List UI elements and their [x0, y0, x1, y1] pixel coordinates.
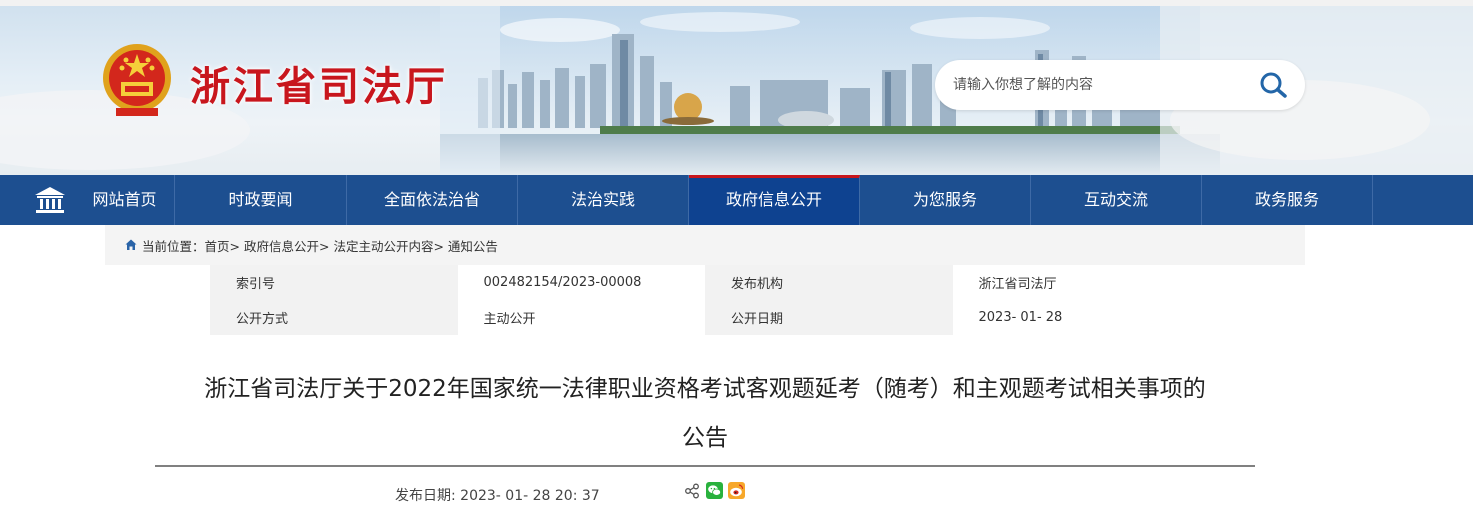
- weibo-icon[interactable]: [728, 482, 745, 499]
- share-icon[interactable]: [684, 483, 700, 499]
- breadcrumb-trail: 当前位置：首页> 政府信息公开> 法定主动公开内容> 通知公告: [142, 236, 498, 255]
- article-title-line-1: 浙江省司法厅关于2022年国家统一法律职业资格考试客观题延考（随考）和主观题考试…: [204, 376, 1206, 402]
- publish-date-value: 2023- 01- 28 20: 37: [460, 488, 600, 504]
- breadcrumb-prefix: 当前位置：: [142, 239, 205, 254]
- method-value: 主动公开: [457, 300, 705, 335]
- table-row: 公开方式 主动公开 公开日期 2023- 01- 28: [210, 300, 1200, 335]
- title-divider: [155, 465, 1255, 467]
- nav-item-rule-of-law[interactable]: 全面依法治省: [347, 175, 518, 225]
- breadcrumb-separator: >: [229, 239, 244, 254]
- breadcrumb-item-gov-info[interactable]: 政府信息公开: [244, 239, 319, 254]
- date-label: 公开日期: [705, 300, 953, 335]
- publish-date-label: 发布日期:: [395, 488, 461, 504]
- document-info-table: 索引号 002482154/2023-00008 发布机构 浙江省司法厅 公开方…: [210, 265, 1200, 335]
- nav-item-services[interactable]: 为您服务: [860, 175, 1031, 225]
- method-label: 公开方式: [210, 300, 458, 335]
- publisher-label: 发布机构: [705, 265, 953, 300]
- index-value: 002482154/2023-00008: [457, 265, 705, 300]
- nav-item-gov-services[interactable]: 政务服务: [1202, 175, 1373, 225]
- breadcrumb-item-notice[interactable]: 通知公告: [448, 239, 498, 254]
- breadcrumb-home-icon: [125, 239, 137, 250]
- search-box: [935, 60, 1305, 110]
- article-title-line-2: 公告: [682, 425, 728, 451]
- home-icon[interactable]: [34, 186, 66, 214]
- index-label: 索引号: [210, 265, 458, 300]
- breadcrumb-separator: >: [319, 239, 334, 254]
- nav-item-practice[interactable]: 法治实践: [518, 175, 689, 225]
- site-title[interactable]: 浙江省司法厅: [190, 54, 448, 112]
- nav-item-news[interactable]: 时政要闻: [175, 175, 347, 225]
- main-nav: 网站首页 时政要闻 全面依法治省 法治实践 政府信息公开 为您服务 互动交流 政…: [0, 175, 1473, 225]
- publisher-value: 浙江省司法厅: [952, 265, 1200, 300]
- breadcrumb-item-disclosure[interactable]: 法定主动公开内容: [333, 239, 433, 254]
- date-value: 2023- 01- 28: [952, 300, 1200, 335]
- publish-date: 发布日期: 2023- 01- 28 20: 37: [395, 485, 600, 505]
- search-icon[interactable]: [1257, 70, 1289, 100]
- nav-item-gov-info[interactable]: 政府信息公开: [689, 175, 860, 225]
- national-emblem-icon: [103, 44, 171, 116]
- article-title: 浙江省司法厅关于2022年国家统一法律职业资格考试客观题延考（随考）和主观题考试…: [155, 365, 1255, 463]
- nav-item-home[interactable]: 网站首页: [75, 175, 175, 225]
- search-input[interactable]: [953, 73, 1243, 97]
- wechat-icon[interactable]: [706, 482, 723, 499]
- header-banner: 浙江省司法厅: [0, 0, 1473, 175]
- breadcrumb: 当前位置：首页> 政府信息公开> 法定主动公开内容> 通知公告: [105, 225, 1305, 265]
- nav-item-interaction[interactable]: 互动交流: [1031, 175, 1202, 225]
- breadcrumb-separator: >: [433, 239, 448, 254]
- table-row: 索引号 002482154/2023-00008 发布机构 浙江省司法厅: [210, 265, 1200, 300]
- breadcrumb-item-home[interactable]: 首页: [205, 239, 230, 254]
